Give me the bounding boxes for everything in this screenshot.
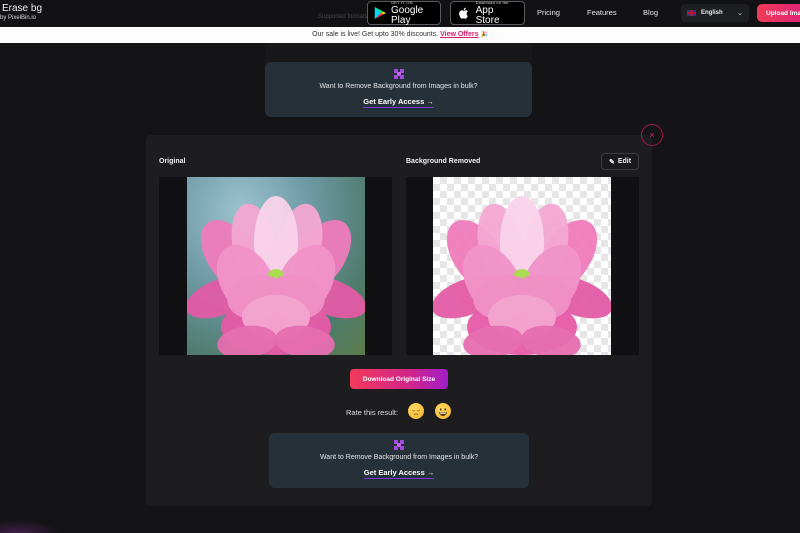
download-original-size-button[interactable]: Download Original Size [350, 369, 448, 389]
removed-image-frame [406, 177, 639, 355]
arrow-right-icon: → [426, 468, 435, 477]
bulk-promo-text: Want to Remove Background from Images in… [319, 83, 478, 90]
bulk-promo-top: Want to Remove Background from Images in… [265, 62, 532, 117]
navbar: Erase bg by PixelBin.io Supported format… [0, 0, 800, 27]
happy-face-rating-button[interactable] [435, 403, 451, 419]
bulk-promo-text: Want to Remove Background from Images in… [319, 454, 479, 461]
google-play-button[interactable]: GET IT ON Google Play [367, 0, 441, 26]
background-removed-label: Background Removed [406, 158, 481, 165]
get-early-access-link[interactable]: Get Early Access → [363, 97, 434, 108]
arrow-right-icon: → [426, 97, 434, 106]
upload-card-background: Want to Remove Background from Images in… [265, 43, 532, 117]
rate-result-label: Rate this result: [346, 408, 399, 417]
get-early-access-link[interactable]: Get Early Access → [363, 468, 435, 479]
original-image-frame [159, 177, 392, 355]
get-early-access-label: Get Early Access [363, 97, 425, 106]
background-removed-image [433, 177, 611, 355]
decorative-glow [0, 520, 60, 533]
original-label: Original [159, 158, 186, 165]
bulk-promo-modal: Want to Remove Background from Images in… [269, 433, 529, 488]
happy-face-icon [439, 408, 447, 416]
logo-subtitle: by PixelBin.io [0, 15, 37, 21]
get-early-access-label: Get Early Access [363, 468, 425, 477]
sad-face-rating-button[interactable] [408, 403, 424, 419]
party-icon: 🎉 [480, 32, 488, 38]
original-image [187, 177, 365, 355]
view-offers-link[interactable]: View Offers [440, 31, 478, 38]
edit-button[interactable]: ✎ Edit [601, 153, 639, 170]
sale-banner: Our sale is live! Get upto 30% discounts… [0, 27, 800, 43]
nav-link-blog[interactable]: Blog [643, 8, 658, 17]
supported-formats-label: Supported formats [318, 14, 368, 20]
edit-label: Edit [617, 158, 632, 165]
language-select[interactable]: English ⌄ [681, 4, 749, 22]
sad-face-icon [412, 410, 420, 415]
upload-image-button[interactable]: Upload Image [757, 4, 800, 22]
logo-title: Erase bg [2, 3, 43, 14]
language-label: English [701, 10, 723, 16]
uk-flag-icon [687, 10, 696, 16]
pencil-icon: ✎ [608, 158, 615, 166]
app-store-button[interactable]: Download on the App Store [450, 0, 525, 26]
nav-link-features[interactable]: Features [587, 8, 617, 17]
google-play-big: Google Play [391, 4, 424, 26]
sale-text: Our sale is live! Get upto 30% discounts… [312, 31, 439, 38]
close-icon: × [649, 130, 655, 140]
app-store-big: App Store [475, 4, 500, 26]
nav-link-pricing[interactable]: Pricing [537, 8, 560, 17]
chevron-down-icon: ⌄ [737, 10, 743, 17]
logo[interactable]: Erase bg by PixelBin.io [0, 3, 43, 22]
bulk-grid-icon [394, 440, 404, 450]
google-play-small: GET IT ON [391, 0, 413, 5]
bulk-grid-icon [393, 69, 404, 79]
close-modal-button[interactable]: × [641, 124, 663, 146]
google-play-icon [373, 5, 387, 21]
apple-icon [456, 5, 472, 21]
app-store-small: Download on the [475, 0, 509, 5]
